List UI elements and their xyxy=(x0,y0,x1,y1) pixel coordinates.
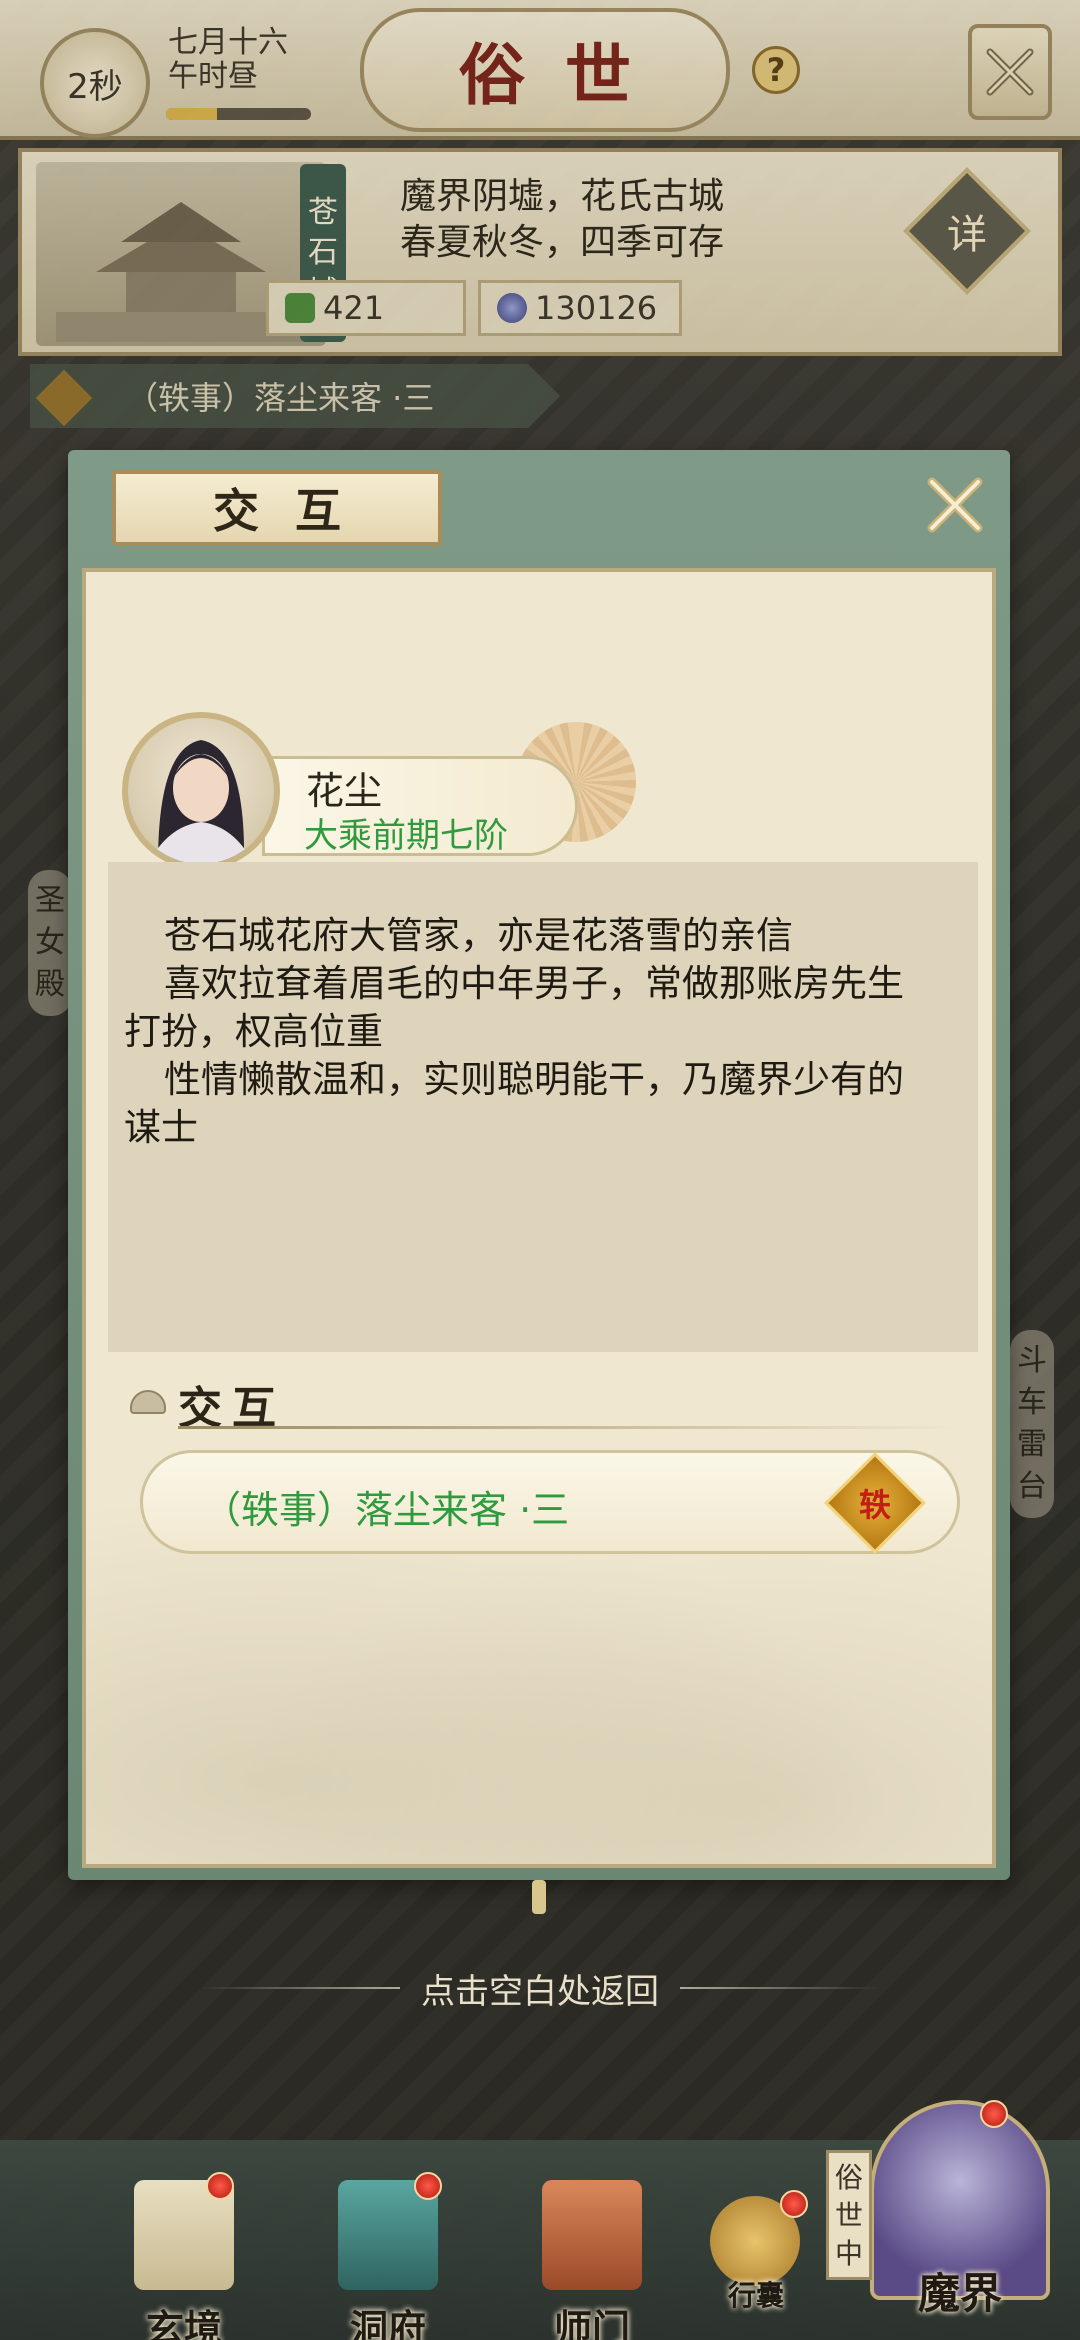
description-line: 喜欢拉耷着眉毛的中年男子，常做那账房先生 xyxy=(164,962,904,1005)
notification-dot xyxy=(780,2190,808,2218)
description-line: 性情懒散温和，实则聪明能干，乃魔界少有的 xyxy=(164,1058,904,1101)
realm-tag-char: 世 xyxy=(834,2199,863,2232)
resource-value: 130126 xyxy=(535,289,658,327)
detail-button[interactable]: 详 xyxy=(903,167,1031,295)
interaction-option[interactable]: （轶事）落尘来客 ·三 轶 xyxy=(140,1450,960,1554)
npc-cultivation-rank: 大乘前期七阶 xyxy=(304,816,508,856)
portrait-icon xyxy=(148,740,254,864)
tap-to-return-hint[interactable]: 点击空白处返回 xyxy=(200,1962,880,2014)
resource-value: 421 xyxy=(323,289,385,327)
nav-label: 师门 xyxy=(553,2306,630,2340)
nav-item-bag[interactable]: 行囊 xyxy=(696,2190,816,2340)
nav-label: 玄境 xyxy=(145,2306,222,2340)
notification-dot xyxy=(206,2172,234,2200)
nav-item-cave-dwelling[interactable]: 洞府 xyxy=(318,2172,458,2340)
npc-avatar[interactable] xyxy=(122,712,280,870)
interaction-option-label: （轶事）落尘来客 ·三 xyxy=(203,1488,570,1532)
notification-dot xyxy=(980,2100,1008,2128)
location-banner: 苍 石 城 魔界阴墟，花氏古城 春夏秋冬，四季可存 详 421 130126 xyxy=(18,148,1062,356)
nav-item-sect[interactable]: 师门 xyxy=(522,2180,662,2340)
realm-label: 魔界 xyxy=(917,2269,1002,2318)
help-button[interactable]: ? xyxy=(752,46,800,94)
npc-name: 花尘 xyxy=(306,769,383,813)
resource-coin: 130126 xyxy=(478,280,682,336)
quest-tag[interactable]: （轶事）落尘来客 ·三 xyxy=(30,364,560,428)
day-progress-bar xyxy=(166,108,311,120)
nav-label: 洞府 xyxy=(349,2306,426,2340)
day-progress-fill xyxy=(166,108,217,120)
quest-tag-label: （轶事）落尘来客 ·三 xyxy=(126,379,435,417)
interaction-section-header: 交互 xyxy=(130,1372,960,1434)
detail-label: 详 xyxy=(947,212,987,258)
description-line: 打扮，权高位重 xyxy=(124,1010,383,1053)
date-time: 午时昼 xyxy=(168,59,258,94)
badge-label: 轶 xyxy=(858,1486,891,1524)
location-description: 魔界阴墟，花氏古城 春夏秋冬，四季可存 xyxy=(400,174,724,266)
description-line: 苍石城花府大管家，亦是花落雪的亲信 xyxy=(164,914,793,957)
page-title: 俗世 xyxy=(360,8,730,132)
anecdote-badge-icon: 轶 xyxy=(824,1452,926,1554)
nav-item-mystic-realm[interactable]: 玄境 xyxy=(114,2172,254,2340)
nav-label: 行囊 xyxy=(727,2279,784,2312)
top-bar: 2秒 七月十六 午时昼 俗世 ? xyxy=(0,0,1080,140)
location-desc-line: 魔界阴墟，花氏古城 xyxy=(400,176,725,217)
realm-status-tag: 俗 世 中 xyxy=(826,2150,872,2280)
dialog-title: 交互 xyxy=(112,470,442,546)
location-name-char: 石 xyxy=(308,235,338,270)
close-icon xyxy=(986,48,1034,96)
npc-description: 苍石城花府大管家，亦是花落雪的亲信 喜欢拉耷着眉毛的中年男子，常做那账房先生 打… xyxy=(108,862,978,1352)
dialog-close-button[interactable] xyxy=(920,470,990,540)
spirit-stone-icon xyxy=(285,293,315,323)
description-line: 谋士 xyxy=(124,1106,198,1149)
coin-icon xyxy=(497,293,527,323)
resource-spirit-stone: 421 xyxy=(266,280,466,336)
section-divider xyxy=(178,1426,958,1429)
location-name-char: 苍 xyxy=(308,195,338,230)
return-hint-label: 点击空白处返回 xyxy=(421,1971,659,2012)
location-desc-line: 春夏秋冬，四季可存 xyxy=(400,222,725,263)
close-icon xyxy=(927,477,983,533)
scroll-pin-decoration xyxy=(532,1880,546,1914)
banner-icon xyxy=(542,2180,642,2290)
date-day: 七月十六 xyxy=(168,25,288,60)
interaction-dialog: 交互 花尘 大乘前期七阶 苍石城花府大管家，亦是花落雪的亲信 喜欢拉耷着眉毛的中… xyxy=(68,450,1010,1880)
realm-tag-char: 中 xyxy=(834,2237,863,2270)
hat-icon xyxy=(130,1390,166,1414)
game-date: 七月十六 午时昼 xyxy=(168,26,288,94)
notification-dot xyxy=(414,2172,442,2200)
timer-badge: 2秒 xyxy=(40,28,150,138)
close-top-button[interactable] xyxy=(968,24,1052,120)
realm-tag-char: 俗 xyxy=(834,2161,863,2194)
dialog-body: 花尘 大乘前期七阶 苍石城花府大管家，亦是花落雪的亲信 喜欢拉耷着眉毛的中年男子… xyxy=(82,568,996,1868)
